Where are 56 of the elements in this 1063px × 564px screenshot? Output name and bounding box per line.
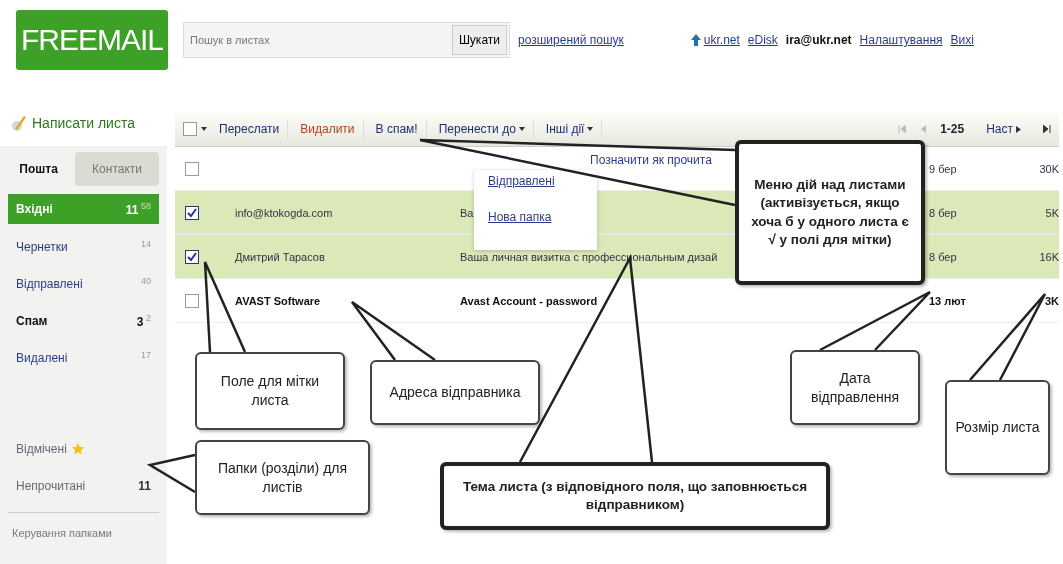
top-link[interactable]: Налаштування	[859, 33, 943, 47]
toolbar-button[interactable]: Переслати	[211, 120, 289, 138]
advanced-search-link[interactable]: розширений пошук	[518, 33, 624, 47]
page-range: 1-25	[940, 122, 965, 136]
menu-item[interactable]: Відправлені	[488, 174, 583, 188]
callout: Поле для мітки листа	[195, 352, 345, 430]
toolbar-button[interactable]: Видалити	[292, 120, 364, 138]
sender-cell-text: Дмитрий Тарасов	[235, 250, 326, 263]
menu-item[interactable]: Позначити як прочита	[590, 153, 712, 167]
top-link[interactable]: Вихі	[950, 33, 974, 47]
select-all-checkbox[interactable]	[183, 122, 197, 136]
caret-icon	[587, 127, 594, 131]
callout: Дата відправлення	[790, 350, 920, 425]
date-cell-text: 9 бер	[929, 162, 958, 175]
date-cell-text: 13 лют	[929, 294, 967, 307]
size-cell-text: 16K	[1038, 250, 1059, 263]
menu-item[interactable]: Нова папка	[488, 210, 583, 224]
toolbar-button[interactable]: Перенести до	[430, 120, 534, 138]
callout: Папки (розділи) для листів	[195, 440, 370, 515]
star-icon	[70, 441, 85, 456]
message-checkbox[interactable]	[185, 205, 199, 220]
date-cell-text: 8 бер	[929, 206, 958, 219]
callout: Меню дій над листами (активізується, якщо хоча б у одного листа є √ у полі для мітки)	[735, 140, 925, 285]
caret-icon[interactable]	[201, 127, 207, 131]
sender-cell-text: info@ktokogda.com	[235, 206, 334, 219]
filter-item[interactable]: Відмічені	[8, 430, 159, 467]
search-button[interactable]: Шукати	[451, 25, 507, 55]
date-cell-text: 8 бер	[929, 250, 958, 263]
size-cell-text: 3K	[1043, 294, 1059, 307]
callout: Адреса відправника	[370, 360, 540, 425]
top-link[interactable]: eDisk	[747, 33, 778, 47]
next-page-button[interactable]: Наст	[978, 120, 1029, 138]
home-link[interactable]: ukr.net	[703, 33, 740, 47]
account-name: ira@ukr.net	[785, 33, 852, 47]
callout: Тема листа (з відповідного поля, що заповнюється відправником)	[440, 462, 830, 530]
previous-page-icon[interactable]	[920, 125, 927, 133]
first-page-icon[interactable]	[898, 125, 907, 133]
filter-item[interactable]: Непрочитані 11	[8, 467, 159, 504]
manage-folders-link[interactable]: Керування папками	[8, 512, 159, 553]
size-cell-text: 5K	[1044, 206, 1059, 219]
message-checkbox[interactable]	[185, 293, 199, 308]
caret-icon	[518, 127, 525, 131]
message-checkbox[interactable]	[185, 249, 199, 264]
callout: Розмір листа	[945, 380, 1050, 475]
toolbar-button[interactable]: Інші дії	[537, 120, 603, 138]
toolbar-button[interactable]: В спам!	[367, 120, 427, 138]
right-arrow-icon	[1016, 125, 1021, 133]
folder-item[interactable]: Спам 3 $^{2}$	[8, 302, 159, 339]
sender-cell-text: AVAST Software	[235, 294, 322, 307]
size-cell-text: 30K	[1038, 162, 1059, 175]
last-page-icon[interactable]	[1043, 125, 1051, 133]
pencil-icon	[10, 114, 28, 132]
up-arrow-icon	[689, 33, 702, 47]
search-field[interactable]: Пошук в листах Шукати	[183, 22, 510, 58]
subject-cell[interactable]: Avast Account - password	[460, 294, 929, 307]
message-checkbox[interactable]	[185, 161, 199, 176]
